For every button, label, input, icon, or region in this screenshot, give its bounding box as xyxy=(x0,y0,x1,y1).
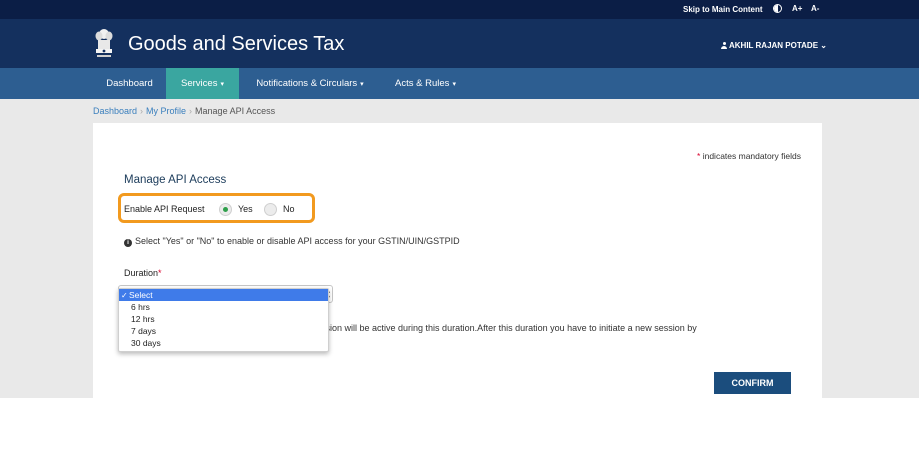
duration-option-30days[interactable]: 30 days xyxy=(119,337,328,349)
nav-acts-rules-label: Acts & Rules xyxy=(395,78,450,89)
breadcrumb-current: Manage API Access xyxy=(195,106,276,116)
breadcrumb-dashboard[interactable]: Dashboard xyxy=(93,106,137,116)
skip-to-main-link[interactable]: Skip to Main Content xyxy=(683,5,763,14)
duration-option-12hrs[interactable]: 12 hrs xyxy=(119,313,328,325)
radio-no[interactable] xyxy=(264,203,277,216)
caret-down-icon: ▾ xyxy=(360,81,364,88)
national-emblem-icon xyxy=(95,29,113,57)
nav-acts-rules[interactable]: Acts & Rules ▾ xyxy=(381,68,470,99)
gst-portal-screen: Skip to Main Content A+ A- Goods and Ser… xyxy=(0,0,919,398)
nav-services[interactable]: Services ▾ xyxy=(166,68,239,99)
duration-option-6hrs[interactable]: 6 hrs xyxy=(119,301,328,313)
duration-label-text: Duration xyxy=(124,268,159,278)
font-increase-button[interactable]: A+ xyxy=(792,4,802,13)
enable-api-label: Enable API Request xyxy=(124,204,205,214)
site-header: Goods and Services Tax AKHIL RAJAN POTAD… xyxy=(0,19,919,68)
nav-notifications-label: Notifications & Circulars xyxy=(256,78,358,89)
form-card: * indicates mandatory fields Manage API … xyxy=(93,123,822,398)
nav-dashboard-label: Dashboard xyxy=(106,78,153,89)
duration-dropdown: ✓Select 6 hrs 12 hrs 7 days 30 days xyxy=(118,288,329,352)
user-icon xyxy=(721,42,727,49)
duration-label: Duration* xyxy=(124,268,162,278)
session-info-text: ession will be active during this durati… xyxy=(316,323,697,333)
chevron-down-icon: ⌄ xyxy=(820,41,827,50)
duration-option-label: 6 hrs xyxy=(131,302,150,312)
radio-yes[interactable] xyxy=(219,203,232,216)
utility-bar: Skip to Main Content A+ A- xyxy=(0,0,919,19)
info-line: i Select "Yes" or "No" to enable or disab… xyxy=(124,236,460,247)
info-text: Select "Yes" or "No" to enable or disabl… xyxy=(135,236,460,246)
user-name: AKHIL RAJAN POTADE xyxy=(729,41,819,50)
confirm-button[interactable]: CONFIRM xyxy=(714,372,791,394)
caret-down-icon: ▾ xyxy=(220,81,224,88)
required-star: * xyxy=(697,151,701,161)
duration-option-select[interactable]: ✓Select xyxy=(119,289,328,301)
breadcrumb-separator: › xyxy=(140,106,144,116)
nav-dashboard[interactable]: Dashboard xyxy=(93,68,166,99)
mandatory-text: indicates mandatory fields xyxy=(702,151,801,161)
breadcrumb: Dashboard › My Profile › Manage API Access xyxy=(93,106,275,116)
site-title[interactable]: Goods and Services Tax xyxy=(128,33,344,56)
user-menu[interactable]: AKHIL RAJAN POTADE ⌄ xyxy=(721,41,827,50)
required-star: * xyxy=(158,268,162,278)
nav-notifications[interactable]: Notifications & Circulars ▾ xyxy=(239,68,381,99)
radio-no-label[interactable]: No xyxy=(283,204,295,214)
duration-option-7days[interactable]: 7 days xyxy=(119,325,328,337)
breadcrumb-separator: › xyxy=(189,106,193,116)
nav-services-label: Services xyxy=(181,78,218,89)
main-nav: Dashboard Services ▾ Notifications & Circ… xyxy=(0,68,919,99)
breadcrumb-my-profile[interactable]: My Profile xyxy=(146,106,186,116)
radio-yes-label[interactable]: Yes xyxy=(238,204,253,214)
info-icon: i xyxy=(124,239,132,247)
section-title: Manage API Access xyxy=(124,174,227,186)
duration-option-label: 12 hrs xyxy=(131,314,155,324)
font-decrease-button[interactable]: A- xyxy=(811,4,819,13)
caret-down-icon: ▾ xyxy=(452,81,456,88)
contrast-icon[interactable] xyxy=(773,4,782,13)
mandatory-note: * indicates mandatory fields xyxy=(697,151,801,161)
duration-option-label: Select xyxy=(129,290,153,300)
duration-option-label: 7 days xyxy=(131,326,157,336)
duration-option-label: 30 days xyxy=(131,338,161,348)
